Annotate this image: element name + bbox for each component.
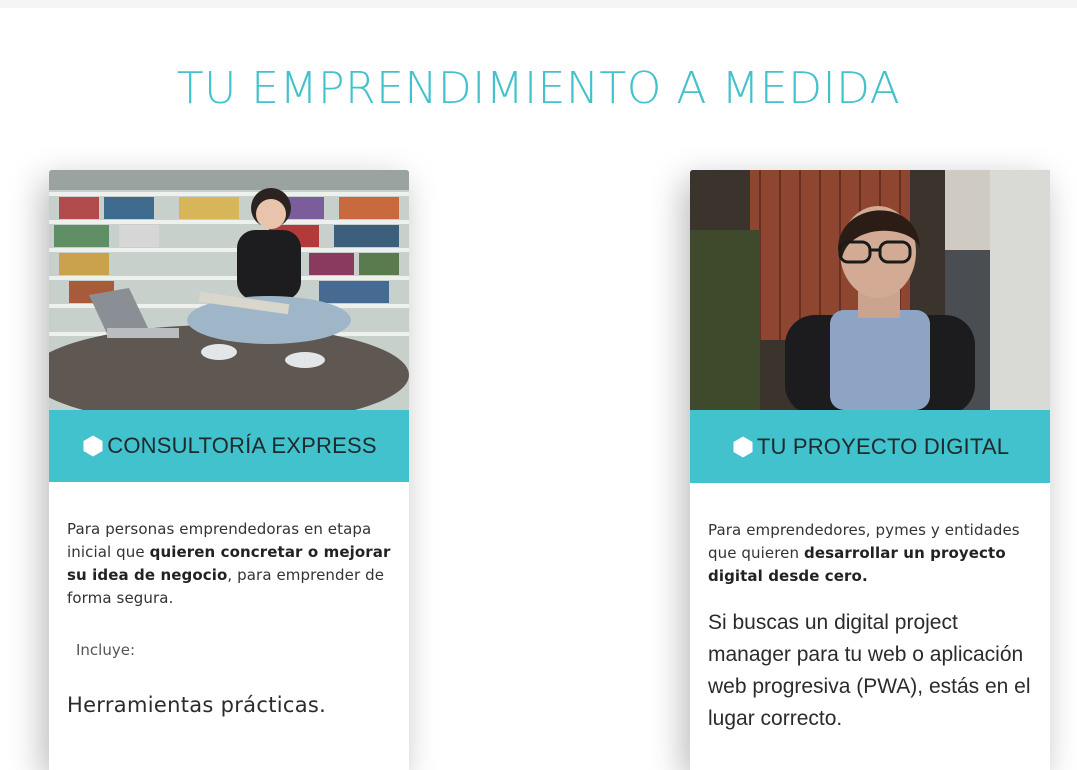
page-title: TU EMPRENDIMIENTO A MEDIDA [176, 63, 901, 114]
card-pitch: Si buscas un digital project manager par… [708, 611, 1031, 730]
library-photo-illustration [49, 170, 409, 410]
card-title: TU PROYECTO DIGITAL [756, 433, 1010, 459]
card-photo-portrait [690, 170, 1050, 410]
card-title: CONSULTORÍA EXPRESS [107, 433, 377, 458]
feature-item: Herramientas prácticas. [67, 693, 327, 717]
hexagon-icon [83, 435, 103, 457]
top-bar [0, 0, 1077, 8]
portrait-photo-illustration [690, 170, 1050, 410]
service-card-proyecto-digital[interactable]: TU PROYECTO DIGITAL Para emprendedores, … [690, 170, 1050, 770]
service-card-consultoria[interactable]: CONSULTORÍA EXPRESS Para personas empren… [49, 170, 409, 770]
card-title-band: TU PROYECTO DIGITAL [690, 410, 1050, 483]
card-description: Para personas emprendedoras en etapa ini… [67, 518, 391, 610]
card-photo-library [49, 170, 409, 410]
hexagon-icon [733, 436, 753, 457]
card-description: Para emprendedores, pymes y entidades qu… [708, 519, 1032, 588]
includes-label: Incluye: [76, 641, 136, 659]
card-title-band: CONSULTORÍA EXPRESS [49, 410, 409, 482]
